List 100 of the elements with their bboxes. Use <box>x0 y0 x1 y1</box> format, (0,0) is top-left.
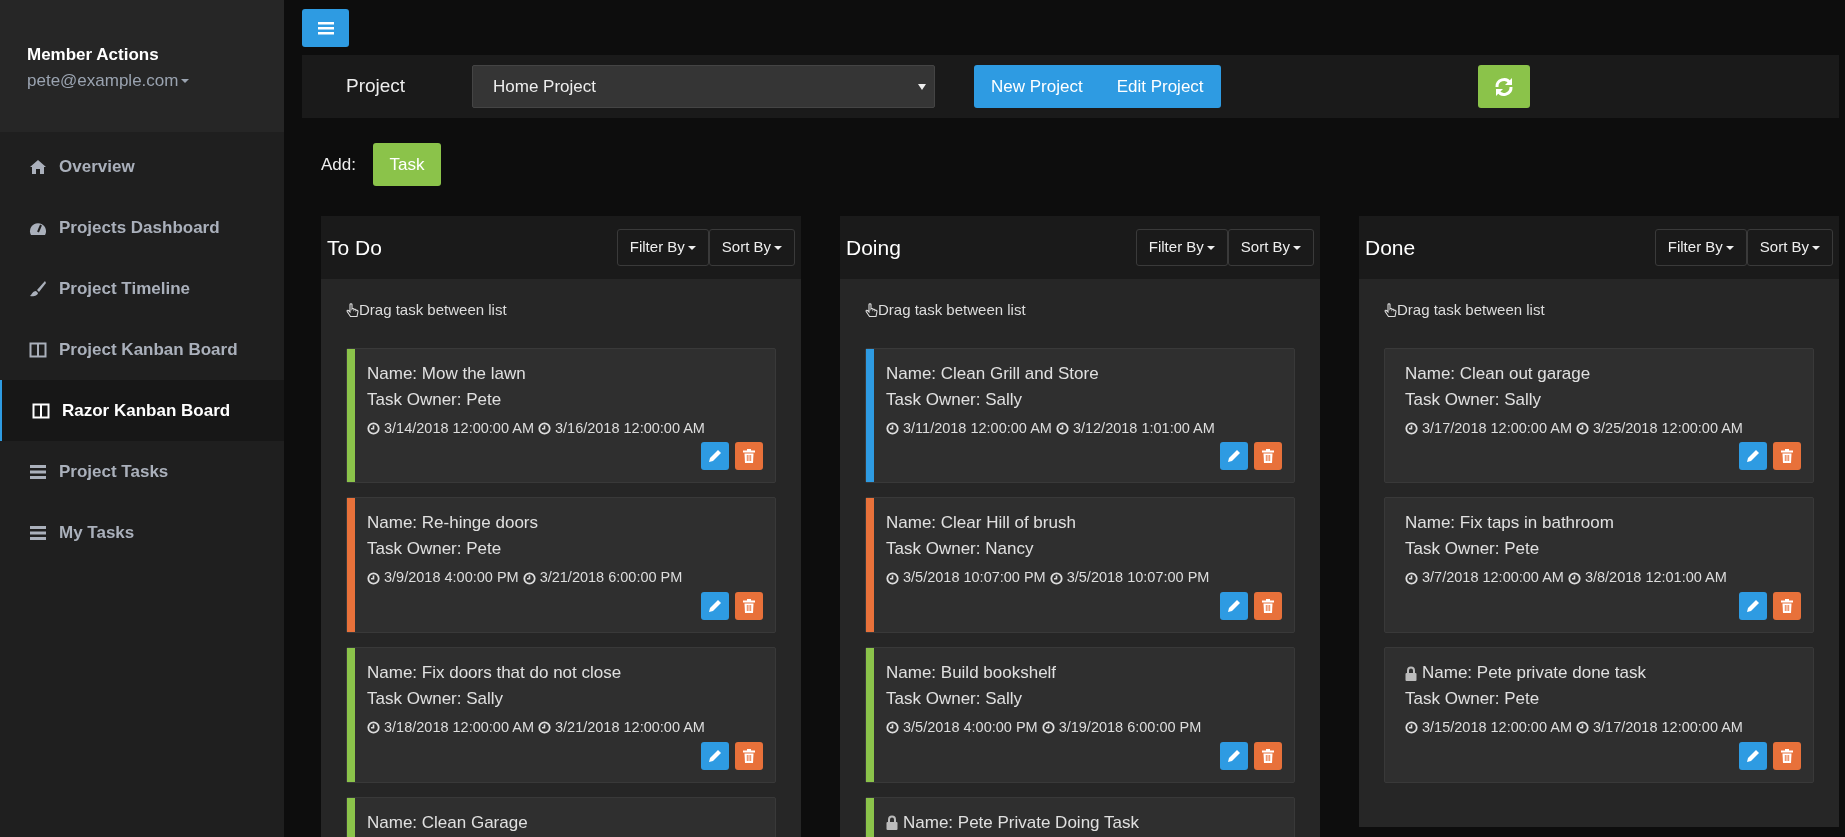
delete-button[interactable] <box>1254 442 1282 471</box>
task-name: Name: Build bookshelf <box>886 662 1057 684</box>
caret-icon <box>774 246 782 251</box>
sort-dropdown[interactable]: Sort By <box>708 229 795 266</box>
edit-button[interactable] <box>1739 741 1767 770</box>
pencil-icon <box>1746 449 1760 464</box>
drag-hint: Drag task between list <box>1397 300 1545 320</box>
pencil-icon <box>708 748 722 763</box>
sidebar-item[interactable]: Project Tasks <box>0 441 284 502</box>
delete-button[interactable] <box>1254 741 1282 770</box>
end-date: 3/5/2018 10:07:00 PM <box>1066 568 1210 588</box>
task-card[interactable]: Name: Clean out garage Task Owner: Sally 3/17/2018 12:00:00 AM 3/25/2018 12:00:00 AM <box>1384 347 1814 484</box>
edit-button[interactable] <box>701 741 729 770</box>
clock-icon <box>367 721 380 735</box>
task-owner: Task Owner: Pete <box>367 388 503 411</box>
task-owner: Task Owner: Pete <box>367 538 503 561</box>
clock-icon <box>1405 721 1418 735</box>
column-title: Doing <box>846 234 901 261</box>
sidebar-item[interactable]: Projects Dashboard <box>0 197 284 258</box>
user-menu[interactable]: pete@example.com <box>27 67 190 93</box>
dropdown-arrow-icon <box>918 83 926 90</box>
clock-icon <box>886 721 899 735</box>
task-owner: Task Owner: Sally <box>886 388 1024 411</box>
trash-icon <box>743 599 755 613</box>
columns-icon <box>29 340 47 359</box>
caret-icon <box>1812 246 1820 251</box>
trash-icon <box>1262 449 1274 464</box>
sidebar-item[interactable]: My Tasks <box>0 502 284 563</box>
end-date: 3/8/2018 12:01:00 AM <box>1584 568 1727 588</box>
caret-icon <box>1725 246 1734 251</box>
sort-dropdown[interactable]: Sort By <box>1746 229 1833 266</box>
start-date: 3/18/2018 12:00:00 AM <box>384 718 534 737</box>
pencil-icon <box>708 599 722 613</box>
edit-button[interactable] <box>701 442 729 471</box>
clock-icon <box>1405 571 1418 585</box>
task-card[interactable]: Name: Mow the lawn Task Owner: Pete 3/14/2018 12:00:00 AM 3/16/2018 12:00:00 AM <box>346 347 776 484</box>
sort-dropdown[interactable]: Sort By <box>1227 229 1314 266</box>
filter-dropdown[interactable]: Filter By <box>1654 229 1747 266</box>
task-card[interactable]: Name: Build bookshelf Task Owner: Sally 3/5/2018 4:00:00 PM 3/19/2018 6:00:00 PM <box>865 647 1295 783</box>
clock-icon <box>367 421 380 435</box>
end-date: 3/21/2018 6:00:00 PM <box>539 568 683 588</box>
clock-icon <box>367 571 380 585</box>
task-name: Name: Re-hinge doors <box>367 512 539 535</box>
task-owner: Task Owner: Nancy <box>886 538 1035 561</box>
project-select[interactable]: Home Project <box>472 65 935 108</box>
trash-icon <box>743 748 755 763</box>
start-date: 3/14/2018 12:00:00 AM <box>384 418 534 438</box>
caret-icon <box>1206 246 1215 251</box>
task-owner: Task Owner: Pete <box>1405 538 1541 561</box>
start-date: 3/7/2018 12:00:00 AM <box>1422 568 1564 588</box>
sidebar-item[interactable]: Project Timeline <box>0 258 284 319</box>
start-date: 3/9/2018 4:00:00 PM <box>384 568 519 588</box>
trash-icon <box>1781 449 1793 464</box>
sidebar-item[interactable]: Razor Kanban Board <box>0 380 284 441</box>
end-date: 3/12/2018 1:01:00 AM <box>1072 418 1215 438</box>
start-date: 3/17/2018 12:00:00 AM <box>1422 418 1572 438</box>
clock-icon <box>522 571 536 585</box>
menu-button[interactable] <box>302 9 349 47</box>
trash-icon <box>1262 748 1274 763</box>
sidebar-item[interactable]: Project Kanban Board <box>0 319 284 380</box>
task-card[interactable]: Name: Pete private done task Task Owner: Pete 3/15/2018 12:00:00 AM 3/17/2018 12:00:00 AM <box>1384 647 1814 783</box>
list-icon <box>29 523 47 542</box>
sidebar-item[interactable]: Overview <box>0 136 284 197</box>
refresh-button[interactable] <box>1477 65 1530 108</box>
end-date: 3/17/2018 12:00:00 AM <box>1592 718 1743 737</box>
caret-icon <box>181 79 190 83</box>
edit-button[interactable] <box>1220 442 1248 471</box>
task-card[interactable]: Name: Clean Garage <box>346 796 776 837</box>
delete-button[interactable] <box>735 741 763 770</box>
task-card[interactable]: Name: Pete Private Doing Task <box>865 796 1295 837</box>
task-owner: Task Owner: Sally <box>367 688 505 710</box>
trash-icon <box>1262 599 1274 613</box>
task-card[interactable]: Name: Clean Grill and Store Task Owner: Sally 3/11/2018 12:00:00 AM 3/12/2018 1:01:00 AM <box>865 347 1295 484</box>
edit-button[interactable] <box>1220 741 1248 770</box>
columns-icon <box>32 401 50 420</box>
filter-dropdown[interactable]: Filter By <box>1135 229 1228 266</box>
filter-dropdown[interactable]: Filter By <box>616 229 709 266</box>
task-owner: Task Owner: Pete <box>1405 688 1541 710</box>
task-owner: Task Owner: Sally <box>886 688 1024 710</box>
task-name: Name: Fix taps in bathroom <box>1405 512 1614 535</box>
caret-icon <box>1293 246 1301 251</box>
clock-icon <box>1567 571 1581 585</box>
end-date: 3/19/2018 6:00:00 PM <box>1058 718 1202 737</box>
task-card[interactable]: Name: Fix doors that do not close Task Owner: Sally 3/18/2018 12:00:00 AM 3/21/2018 12:00:00 AM <box>346 647 776 783</box>
task-name: Name: Pete Private Doing Task <box>903 811 1139 834</box>
pencil-icon <box>1746 748 1760 763</box>
pencil-icon <box>1746 599 1760 613</box>
delete-button[interactable] <box>1773 741 1801 770</box>
start-date: 3/5/2018 4:00:00 PM <box>903 718 1038 737</box>
hand-pointer-icon <box>865 302 878 318</box>
clock-icon <box>1405 421 1418 435</box>
task-name: Name: Clean Grill and Store <box>886 362 1099 385</box>
caret-icon <box>687 246 696 251</box>
brush-icon <box>29 279 47 298</box>
task-name: Name: Clean Garage <box>367 811 528 834</box>
delete-button[interactable] <box>735 442 763 471</box>
edit-button[interactable] <box>1739 442 1767 471</box>
task-name: Name: Clear Hill of brush <box>886 512 1076 535</box>
delete-button[interactable] <box>1773 442 1801 471</box>
pencil-icon <box>1227 449 1241 464</box>
